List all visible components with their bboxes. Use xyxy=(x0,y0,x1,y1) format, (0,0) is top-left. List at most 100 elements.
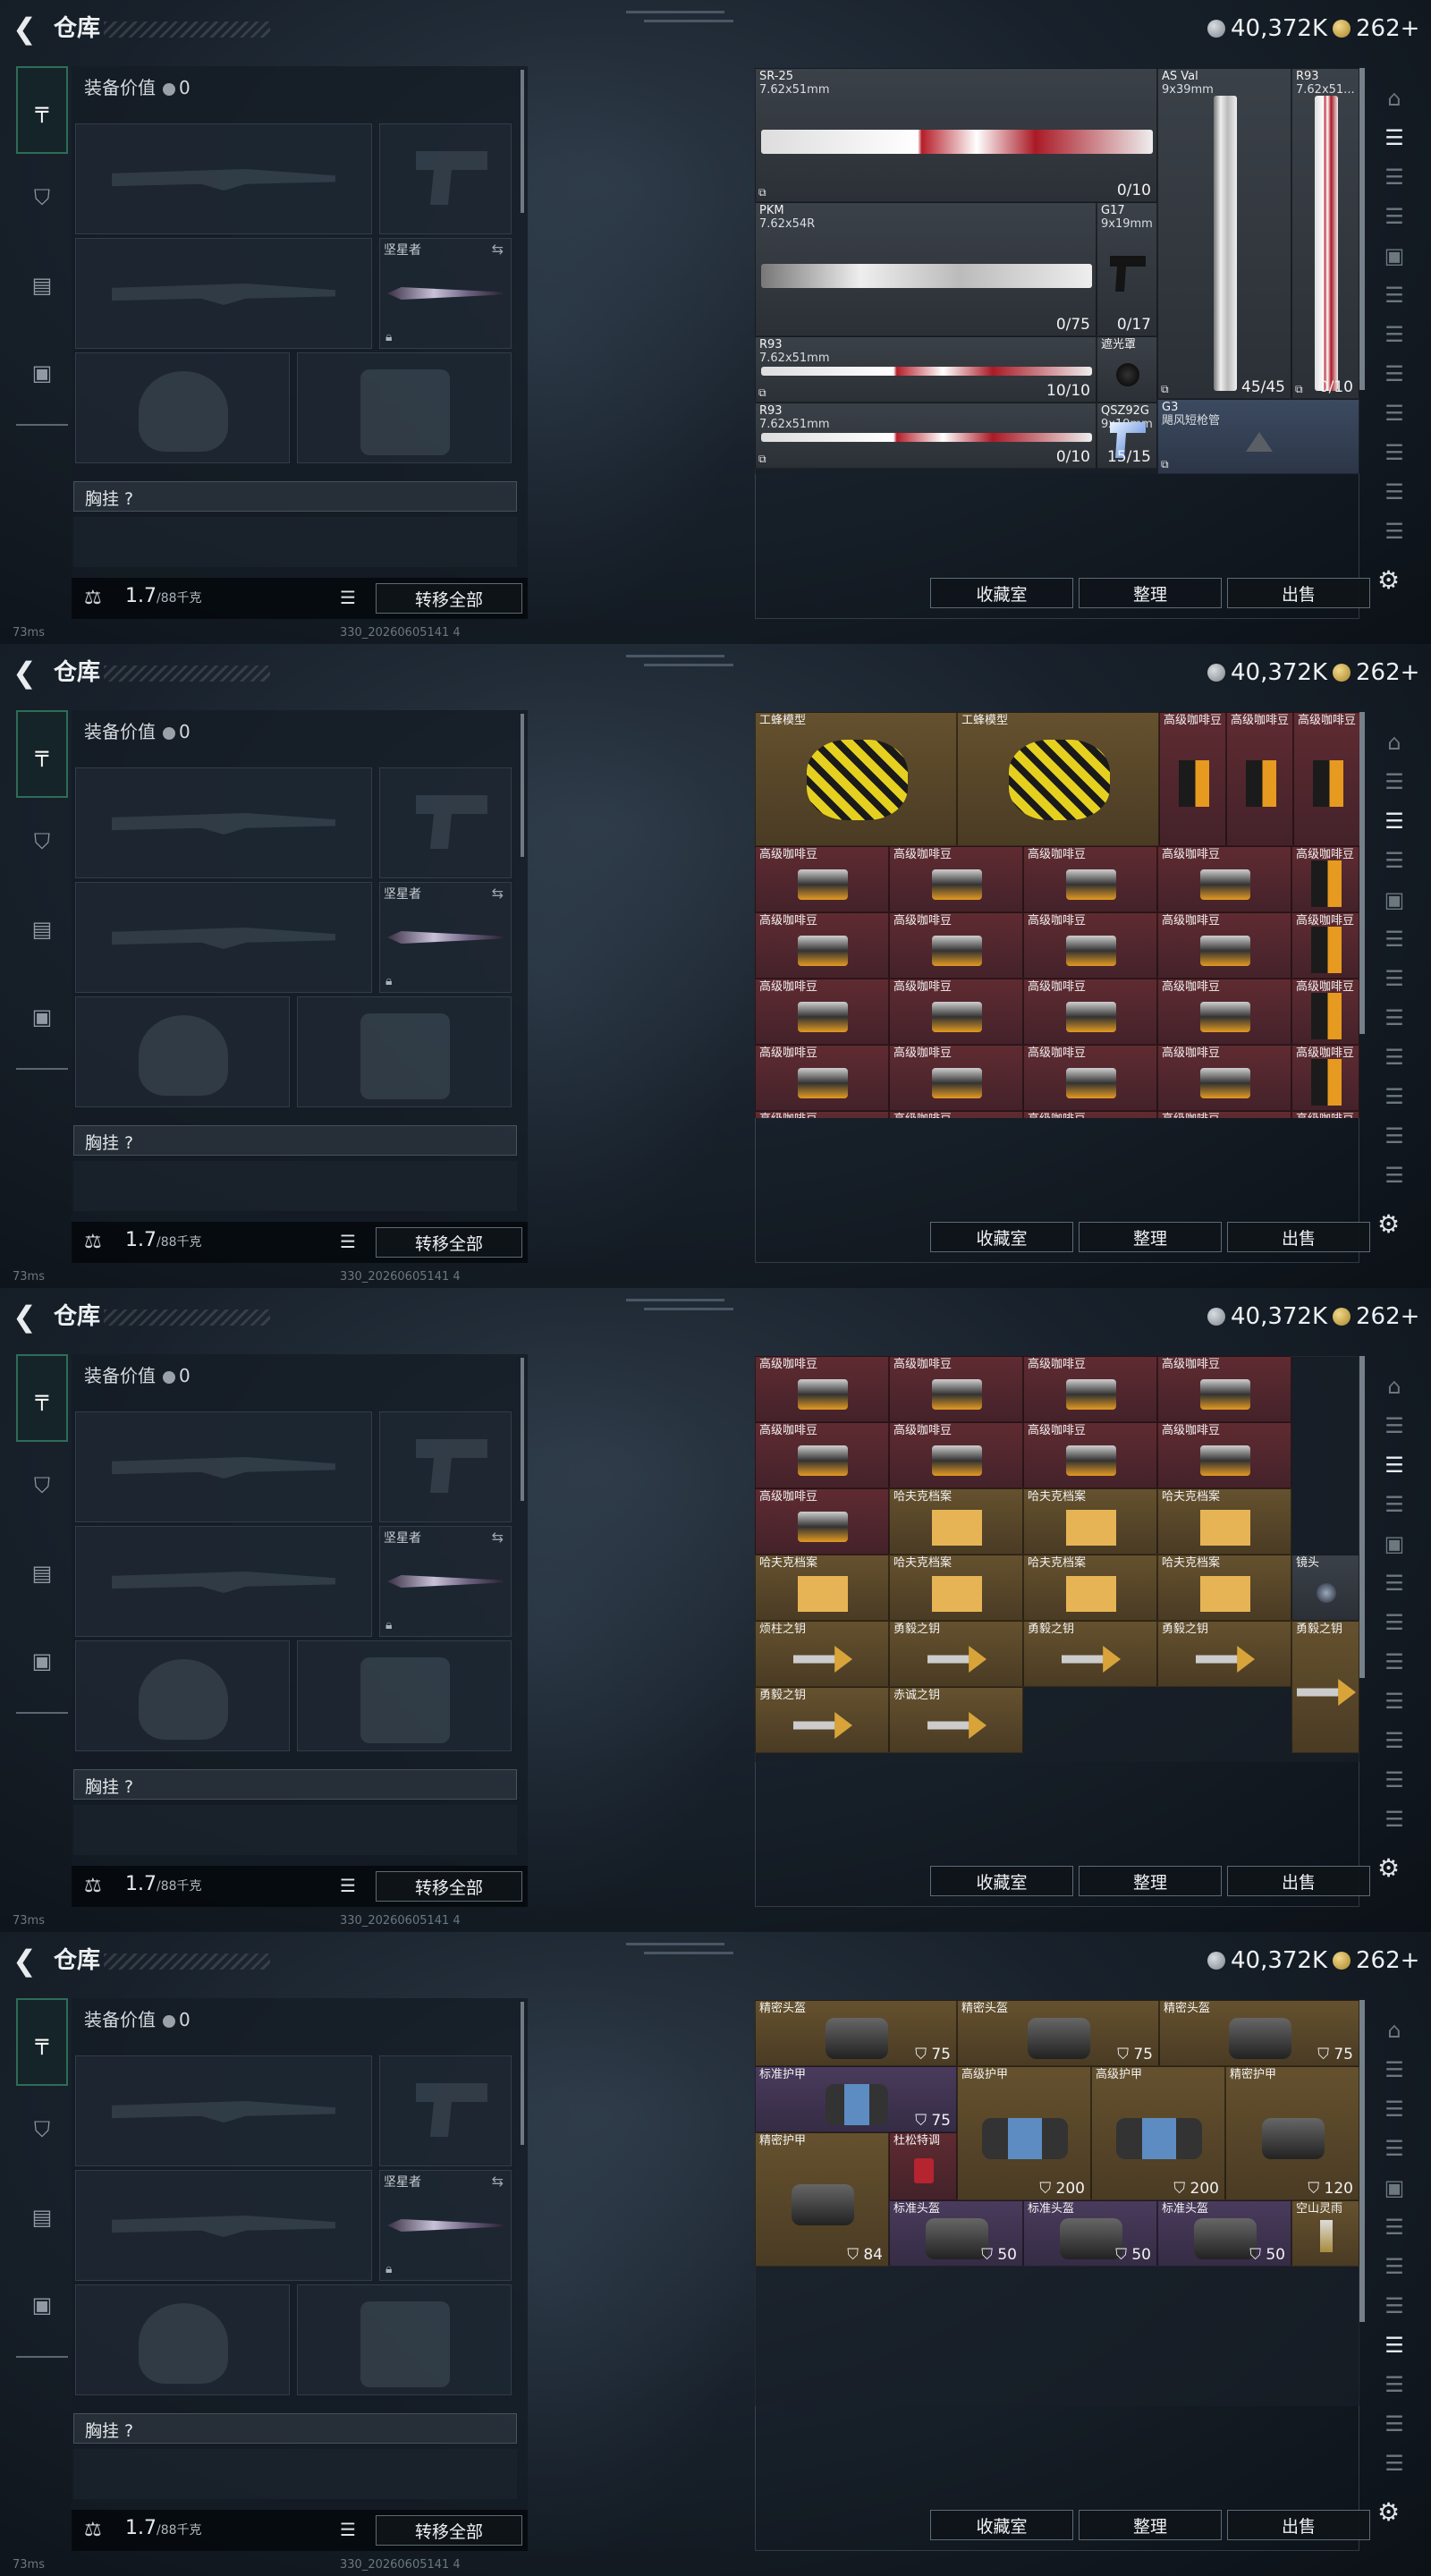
grid-item[interactable]: 高级咖啡豆 xyxy=(1157,846,1291,912)
sell-button[interactable]: 出售 xyxy=(1227,2510,1370,2540)
grid-item[interactable]: 高级咖啡豆 xyxy=(1023,1045,1157,1111)
grid-item[interactable]: 高级咖啡豆 xyxy=(889,1045,1023,1111)
secondary-weapon-slot[interactable] xyxy=(75,2170,372,2281)
backpack-tab[interactable]: ▤ xyxy=(16,2174,68,2261)
collection-button[interactable]: 收藏室 xyxy=(930,1866,1073,1896)
armor-slot[interactable] xyxy=(297,2284,512,2395)
back-arrow-icon[interactable]: ❮ xyxy=(13,13,39,45)
collection-button[interactable]: 收藏室 xyxy=(930,2510,1073,2540)
storage-tab-icon[interactable]: ☰ xyxy=(1376,435,1413,470)
grid-item[interactable]: 高级咖啡豆 xyxy=(755,1488,889,1555)
storage-tab-icon[interactable]: ☰ xyxy=(1376,2131,1413,2166)
backpack-tab[interactable]: ▤ xyxy=(16,886,68,973)
helmet-slot[interactable] xyxy=(75,996,290,1107)
grid-item[interactable]: 高级咖啡豆 xyxy=(755,1422,889,1488)
armor-slot[interactable] xyxy=(297,996,512,1107)
list-icon[interactable]: ☰ xyxy=(340,2519,356,2540)
grid-item[interactable]: 高级咖啡豆 xyxy=(889,1356,1023,1422)
grid-item[interactable]: 高级咖啡豆 xyxy=(1157,1356,1291,1422)
grid-item[interactable]: 高级咖啡豆 xyxy=(755,1356,889,1422)
storage-scrollbar[interactable] xyxy=(1359,1356,1365,1678)
grid-item[interactable]: 高级咖啡豆 xyxy=(755,1045,889,1111)
swap-icon[interactable]: ⇆ xyxy=(492,1529,504,1546)
storage-tab-icon[interactable]: ☰ xyxy=(1376,395,1413,431)
grid-item[interactable]: 高级咖啡豆 xyxy=(1023,1422,1157,1488)
grid-item[interactable]: 哈夫克档案 xyxy=(1023,1488,1157,1555)
grid-item[interactable]: 工蜂模型 xyxy=(957,712,1159,846)
grid-item[interactable]: 高级咖啡豆 xyxy=(1157,979,1291,1045)
gear-icon[interactable]: ⚙ xyxy=(1377,565,1400,595)
helmet-slot[interactable] xyxy=(75,1640,290,1751)
grid-item[interactable]: 哈夫克档案 xyxy=(1157,1555,1291,1621)
armor-slot[interactable] xyxy=(297,352,512,463)
gun-tab[interactable]: ╤ xyxy=(16,1998,68,2086)
gold-currency[interactable]: 262+ xyxy=(1333,1301,1419,1333)
grid-item[interactable]: 高级咖啡豆 xyxy=(1023,1111,1157,1118)
storage-tab-icon[interactable]: ⌂ xyxy=(1376,1368,1413,1404)
storage-tab-icon[interactable]: ▣ xyxy=(1376,882,1413,918)
storage-tab-icon[interactable]: ☰ xyxy=(1376,474,1413,510)
silver-currency[interactable]: 40,372K xyxy=(1207,1945,1327,1977)
gold-currency[interactable]: 262+ xyxy=(1333,13,1419,45)
grid-item[interactable]: 杜松特调 xyxy=(889,2132,957,2200)
grid-item[interactable]: 高级咖啡豆 xyxy=(755,1111,889,1118)
back-arrow-icon[interactable]: ❮ xyxy=(13,1945,39,1977)
grid-item[interactable]: 高级咖啡豆 xyxy=(1291,846,1359,912)
grid-item[interactable]: R93 7.62x51mm 10/10 ⧉ xyxy=(755,336,1097,402)
pistol-slot[interactable] xyxy=(379,1411,512,1522)
storage-tab-icon[interactable]: ☰ xyxy=(1376,1762,1413,1798)
armor-tab[interactable]: ⛉ xyxy=(16,1442,68,1530)
grid-item[interactable]: 高级咖啡豆 xyxy=(1023,912,1157,979)
melee-slot[interactable]: 坚星者 ⇆ 🔒︎ xyxy=(379,238,512,349)
transfer-all-button[interactable]: 转移全部 xyxy=(376,1871,522,1902)
grid-item[interactable]: G17 9x19mm 0/17 xyxy=(1097,202,1157,336)
gun-tab[interactable]: ╤ xyxy=(16,710,68,798)
grid-item[interactable]: 精密头盔 ⛉ 75 xyxy=(1159,2000,1359,2066)
storage-tab-icon[interactable]: ☰ xyxy=(1376,1079,1413,1114)
grid-item[interactable]: 勇毅之钥 xyxy=(1157,1621,1291,1687)
storage-tab-icon[interactable]: ☰ xyxy=(1376,961,1413,996)
swap-icon[interactable]: ⇆ xyxy=(492,885,504,902)
grid-item[interactable]: 高级咖啡豆 xyxy=(1157,1111,1291,1118)
storage-tab-icon[interactable]: ▣ xyxy=(1376,2170,1413,2206)
storage-tab-icon[interactable]: ☰ xyxy=(1376,1157,1413,1193)
briefcase-tab[interactable]: ▣ xyxy=(16,2261,68,2349)
chest-rig-header[interactable]: 胸挂 ? xyxy=(73,1125,517,1156)
grid-item[interactable]: 高级咖啡豆 xyxy=(1291,912,1359,979)
transfer-all-button[interactable]: 转移全部 xyxy=(376,1227,522,1258)
storage-tab-icon[interactable]: ☰ xyxy=(1376,1605,1413,1640)
storage-scrollbar[interactable] xyxy=(1359,2000,1365,2322)
swap-icon[interactable]: ⇆ xyxy=(492,2173,504,2190)
grid-item[interactable]: 高级咖啡豆 xyxy=(755,979,889,1045)
grid-item[interactable]: 标准头盔 ⛉ 50 xyxy=(1157,2200,1291,2267)
grid-item[interactable]: 勇毅之钥 xyxy=(1291,1621,1359,1753)
chest-rig-header[interactable]: 胸挂 ? xyxy=(73,2413,517,2444)
briefcase-tab[interactable]: ▣ xyxy=(16,973,68,1061)
storage-tab-icon[interactable]: ☰ xyxy=(1376,803,1413,839)
helmet-slot[interactable] xyxy=(75,2284,290,2395)
melee-slot[interactable]: 坚星者 ⇆ 🔒︎ xyxy=(379,882,512,993)
list-icon[interactable]: ☰ xyxy=(340,587,356,608)
primary-weapon-slot[interactable] xyxy=(75,2055,372,2166)
helmet-slot[interactable] xyxy=(75,352,290,463)
gun-tab[interactable]: ╤ xyxy=(16,1354,68,1442)
storage-tab-icon[interactable]: ☰ xyxy=(1376,1000,1413,1036)
grid-item[interactable]: QSZ92G9x19mm15/15 xyxy=(1097,402,1157,469)
grid-item[interactable]: 高级护甲 ⛉ 200 xyxy=(957,2066,1091,2200)
storage-tab-icon[interactable]: ▣ xyxy=(1376,1526,1413,1562)
grid-item[interactable]: 哈夫克档案 xyxy=(755,1555,889,1621)
grid-item[interactable]: 高级护甲 ⛉ 200 xyxy=(1091,2066,1225,2200)
grid-item[interactable]: 烦柱之钥 xyxy=(755,1621,889,1687)
gun-tab[interactable]: ╤ xyxy=(16,66,68,154)
storage-tab-icon[interactable]: ☰ xyxy=(1376,1487,1413,1522)
storage-tab-icon[interactable]: ☰ xyxy=(1376,513,1413,549)
storage-tab-icon[interactable]: ⌂ xyxy=(1376,80,1413,116)
grid-item[interactable]: 哈夫克档案 xyxy=(889,1488,1023,1555)
grid-item[interactable]: AS Val 9x39mm 45/45 ⧉ xyxy=(1157,68,1291,399)
backpack-tab[interactable]: ▤ xyxy=(16,1530,68,1617)
sort-button[interactable]: 整理 xyxy=(1079,1866,1222,1896)
storage-tab-icon[interactable]: ☰ xyxy=(1376,199,1413,234)
grid-item[interactable]: 高级咖啡豆 xyxy=(889,912,1023,979)
primary-weapon-slot[interactable] xyxy=(75,1411,372,1522)
grid-item[interactable]: 高级咖啡豆 xyxy=(1226,712,1293,846)
